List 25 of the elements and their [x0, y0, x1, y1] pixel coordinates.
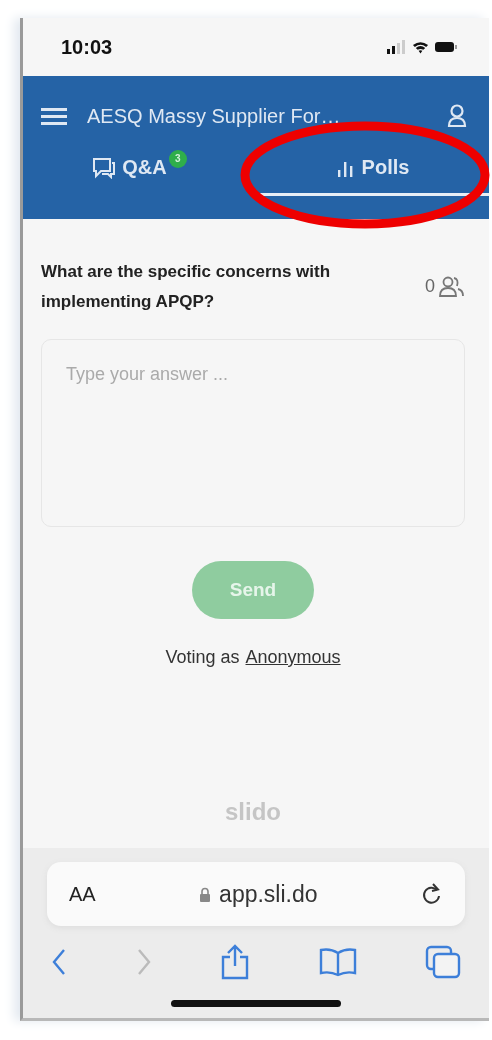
- battery-icon: [435, 42, 457, 52]
- answer-field[interactable]: Type your answer ...: [41, 339, 465, 527]
- url-text: app.sli.do: [219, 880, 318, 908]
- tab[interactable]: Q&A 3: [23, 144, 256, 196]
- back-icon[interactable]: [51, 948, 67, 976]
- text-size-button[interactable]: AA: [69, 882, 96, 906]
- menu-icon[interactable]: [41, 107, 67, 125]
- tabs-icon[interactable]: [425, 945, 461, 979]
- status-time: 10:03: [61, 35, 113, 59]
- reload-icon[interactable]: [421, 882, 443, 906]
- address-bar[interactable]: AA app.sli.do: [47, 862, 465, 926]
- poll-question: What are the specific concerns with implementing APQP?: [41, 261, 332, 313]
- anonymous-link[interactable]: Anonymous: [245, 647, 341, 668]
- bookmarks-icon[interactable]: [318, 947, 357, 977]
- signal-icon: [387, 40, 406, 54]
- lock-icon: [199, 886, 212, 902]
- chat-icon: [92, 156, 117, 179]
- people-icon: [439, 276, 465, 298]
- share-icon[interactable]: [220, 944, 250, 980]
- event-title: AESQ Massy Supplier For…: [87, 104, 342, 128]
- participant-count: 0: [425, 275, 435, 297]
- user-icon[interactable]: [447, 104, 467, 128]
- voting-label: Voting as: [165, 647, 240, 668]
- count-badge: 3: [168, 149, 187, 168]
- wifi-icon: [412, 40, 429, 54]
